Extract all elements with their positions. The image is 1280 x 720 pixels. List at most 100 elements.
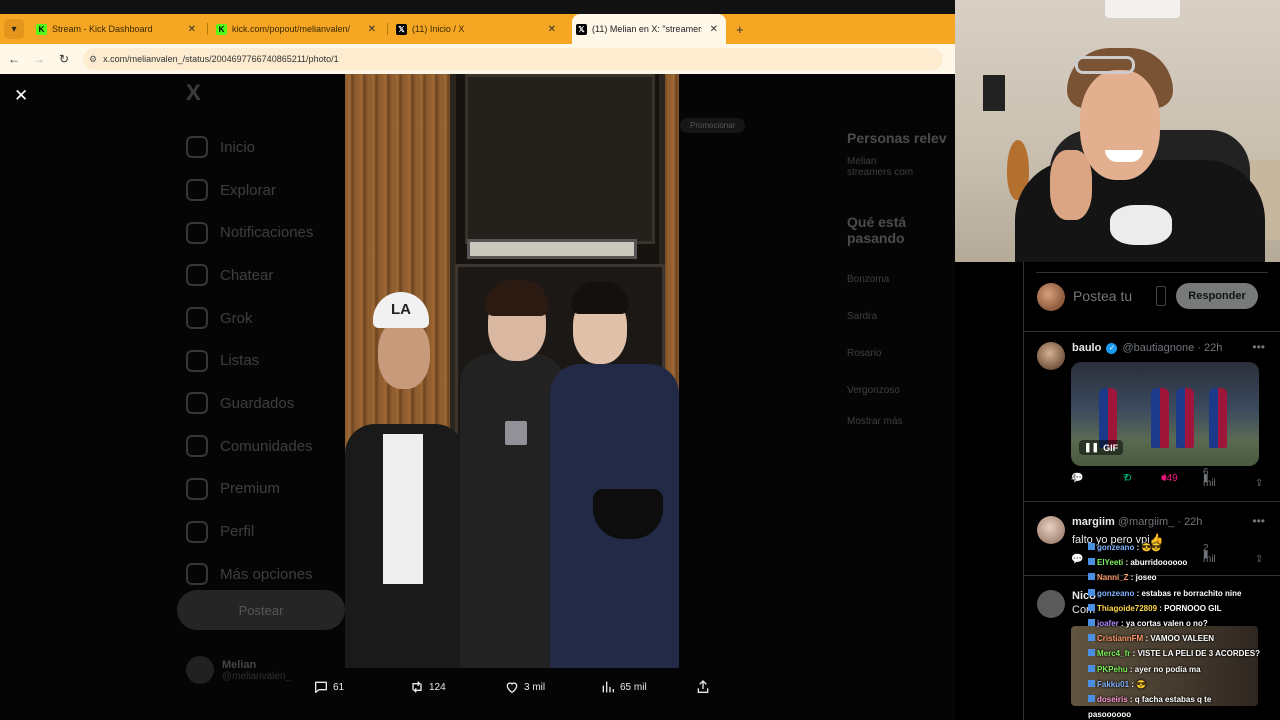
x-right-sidebar: Personas relev Melian streamers com Qué e… (847, 82, 955, 445)
chat-message: pasoooooo (1088, 707, 1278, 720)
forward-arrow-icon[interactable]: → (28, 52, 50, 66)
gif-badge[interactable]: ❚❚ GIF (1079, 440, 1124, 455)
tab-x-status[interactable]: 𝕏 (11) Melian en X: "streamers de ✕ (572, 14, 726, 44)
back-arrow-icon[interactable]: ← (3, 52, 25, 66)
close-viewer-icon[interactable]: ✕ (14, 86, 28, 106)
reply-button[interactable]: Responder (1176, 283, 1258, 309)
tweet-card[interactable]: baulo ✓ @bautiagnone · 22h ••• ❚❚ GIF 💬 4 … (1024, 332, 1280, 502)
avatar[interactable] (1037, 342, 1065, 370)
trend-item[interactable]: Vergonzoso (847, 385, 955, 396)
tweet-photo[interactable]: LA (345, 74, 679, 668)
people-icon (186, 435, 208, 458)
repost-action[interactable]: 124 (409, 679, 446, 695)
more-options-icon[interactable]: ••• (1252, 514, 1265, 528)
account-switcher[interactable]: Melian @melianvalen_ (186, 656, 291, 684)
reply-input[interactable]: Postea tu (1073, 288, 1132, 304)
plastic-cup (505, 421, 527, 445)
chat-username[interactable]: gonzeano (1097, 589, 1134, 598)
chat-username[interactable]: PKPehu (1097, 665, 1128, 674)
promote-chip[interactable]: Promocionar (680, 118, 746, 133)
tab-kick-popout[interactable]: K kick.com/popout/melianvalen/ ✕ (212, 14, 388, 44)
url-input[interactable]: ⚙ x.com/melianvalen_/status/200469776674… (83, 48, 943, 70)
author-name[interactable]: margiim (1072, 516, 1115, 528)
tab-kick-dashboard[interactable]: K Stream - Kick Dashboard ✕ (32, 14, 208, 44)
chat-username[interactable]: gonzeano (1097, 543, 1134, 552)
chat-message: gonzeano : 😎😎 (1088, 540, 1278, 555)
author-handle[interactable]: @bautiagnone (1122, 342, 1194, 354)
chat-separator: : (1127, 694, 1135, 704)
tweet-time[interactable]: 22h (1184, 516, 1202, 528)
close-icon[interactable]: ✕ (548, 24, 556, 35)
sidebar-item-inicio[interactable]: Inicio (186, 126, 313, 169)
sidebar-item-label: Listas (220, 352, 260, 370)
x-logo[interactable]: X (186, 80, 313, 106)
trend-item[interactable]: Sardra (847, 311, 955, 322)
mail-icon (186, 264, 208, 287)
trend-item[interactable]: Rosario (847, 348, 955, 359)
relevant-user-name: Melian (847, 156, 877, 167)
chat-username[interactable]: doseiris (1097, 695, 1128, 704)
tab-bar: ▾ K Stream - Kick Dashboard ✕ K kick.com… (0, 14, 955, 44)
tab-search-button[interactable]: ▾ (4, 19, 24, 39)
chat-username[interactable]: CristiannFM (1097, 634, 1143, 643)
reply-count: 61 (333, 681, 345, 693)
post-button[interactable]: Postear (177, 590, 345, 630)
like-action[interactable]: 3 mil (504, 679, 545, 695)
views-chart-icon (602, 681, 614, 693)
chat-separator: : (1127, 664, 1135, 674)
new-tab-button[interactable]: + (736, 22, 744, 37)
site-info-icon[interactable]: ⚙ (89, 54, 97, 65)
chat-username[interactable]: Fakku01 (1097, 680, 1129, 689)
sidebar-item-grok[interactable]: Grok (186, 297, 313, 340)
chat-username[interactable]: Thiagoide72809 (1097, 604, 1157, 613)
author-name[interactable]: baulo (1072, 342, 1101, 354)
scroll-handle[interactable] (1156, 286, 1166, 306)
tweet-time[interactable]: 22h (1204, 342, 1222, 354)
repost-icon (412, 681, 422, 693)
close-icon[interactable]: ✕ (188, 24, 196, 35)
show-more-link[interactable]: Mostrar más (847, 416, 955, 427)
chat-badge-icon (1088, 558, 1095, 566)
reply-action[interactable]: 61 (313, 679, 344, 695)
reply-count: 4 (1071, 472, 1077, 484)
sidebar-item-listas[interactable]: Listas (186, 339, 313, 382)
sidebar-item-comunidades[interactable]: Comunidades (186, 425, 313, 468)
search-icon (186, 179, 208, 202)
tab-separator (207, 23, 208, 35)
sidebar-item-explorar[interactable]: Explorar (186, 169, 313, 212)
chat-text: estabas re borrachito nine (1141, 588, 1242, 598)
avatar[interactable] (1037, 590, 1065, 618)
reload-icon[interactable]: ↻ (53, 52, 75, 66)
trend-item[interactable]: Bonzoma (847, 274, 955, 285)
chat-username[interactable]: Merc4_fr (1097, 649, 1130, 658)
sidebar-item-notificaciones[interactable]: Notificaciones (186, 211, 313, 254)
more-options-icon[interactable]: ••• (1252, 340, 1265, 354)
photo-slot (467, 239, 637, 259)
sidebar-item-perfil[interactable]: Perfil (186, 510, 313, 553)
sidebar-item-premium[interactable]: Premium (186, 468, 313, 511)
share-action[interactable] (695, 679, 715, 695)
relevant-user[interactable]: Melian streamers com (847, 156, 955, 178)
views-action[interactable]: 65 mil (600, 679, 647, 695)
close-icon[interactable]: ✕ (368, 24, 376, 35)
chat-message: Thiagoide72809 : PORNOOO GIL (1088, 601, 1278, 616)
kick-icon: K (36, 23, 47, 35)
sidebar-item-chatear[interactable]: Chatear (186, 254, 313, 297)
chat-username[interactable]: ElYeeti (1097, 558, 1123, 567)
more-circle-icon (186, 563, 208, 586)
chat-badge-icon (1088, 588, 1095, 596)
sidebar-item-label: Explorar (220, 181, 276, 199)
tab-x-home[interactable]: 𝕏 (11) Inicio / X ✕ (392, 14, 564, 44)
chat-text: 😎😎 (1141, 543, 1162, 552)
sidebar-item-guardados[interactable]: Guardados (186, 382, 313, 425)
avatar[interactable] (1037, 516, 1065, 544)
chat-username[interactable]: joafer (1097, 619, 1119, 628)
author-handle[interactable]: @margiim_ (1118, 516, 1174, 528)
share-icon[interactable]: ⇪ (1255, 478, 1263, 489)
close-icon[interactable]: ✕ (710, 24, 718, 35)
tab-label: kick.com/popout/melianvalen/ (232, 24, 351, 34)
shoulder-bag (593, 489, 663, 539)
chat-username[interactable]: Nanni_Z (1097, 573, 1129, 582)
gif-media[interactable]: ❚❚ GIF (1071, 362, 1259, 466)
comment-icon[interactable]: 💬 (1071, 554, 1083, 565)
